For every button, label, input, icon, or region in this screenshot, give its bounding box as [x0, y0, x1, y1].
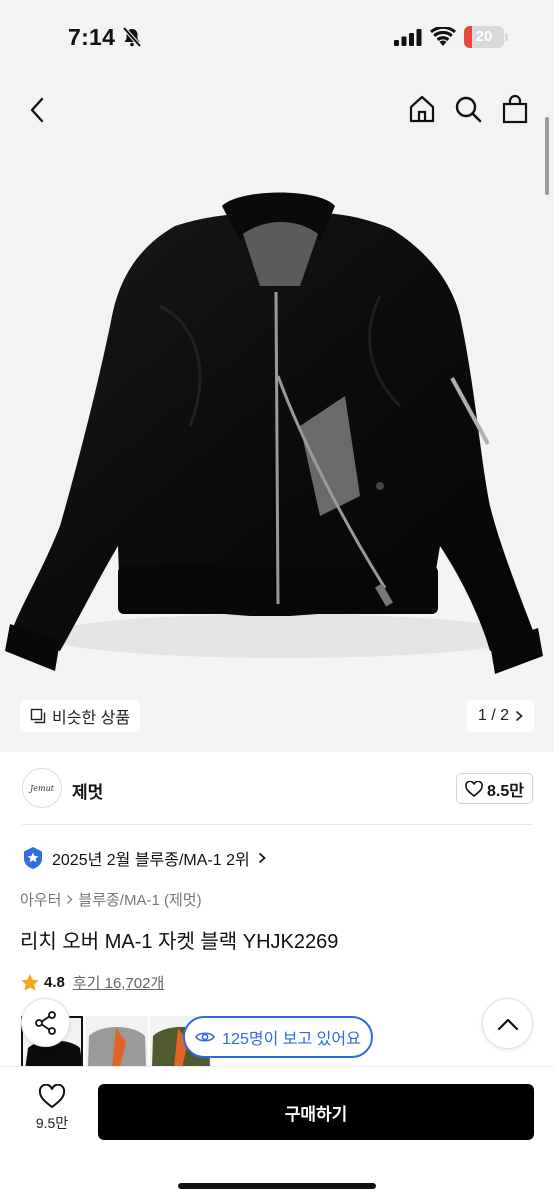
- heart-icon: [38, 1084, 66, 1109]
- share-icon: [34, 1010, 56, 1035]
- status-time: 7:14: [68, 24, 116, 50]
- divider: [22, 824, 532, 825]
- breadcrumb: 아우터 블루종/MA-1 (제멋): [20, 889, 202, 910]
- chevron-right-icon: [258, 852, 266, 864]
- copy-icon: [30, 708, 46, 724]
- chevron-right-icon: [67, 895, 73, 904]
- chevron-up-icon: [497, 1018, 518, 1030]
- eye-icon: [195, 1032, 216, 1042]
- image-page-indicator[interactable]: 1 / 2: [467, 700, 534, 732]
- star-icon: [21, 974, 39, 991]
- brand-like-button[interactable]: 8.5만: [456, 773, 533, 804]
- bell-muted-icon: [121, 26, 143, 52]
- heart-icon: [465, 780, 483, 797]
- product-image: [5, 192, 543, 674]
- brand-like-count: 8.5만: [487, 782, 524, 800]
- home-icon: [409, 95, 435, 123]
- battery-icon: 20: [464, 26, 504, 48]
- back-button[interactable]: [22, 94, 52, 126]
- viewers-count-text: 125명이 보고 있어요: [222, 1031, 361, 1048]
- status-bar: 7:14 20: [0, 0, 554, 76]
- wishlist-button[interactable]: 9.5만: [24, 1084, 80, 1133]
- scrollbar[interactable]: [545, 117, 549, 195]
- page-indicator-text: 1 / 2: [477, 707, 510, 724]
- product-image-gallery[interactable]: [0, 76, 554, 752]
- wifi-icon: [430, 25, 456, 51]
- breadcrumb-category[interactable]: 아우터: [20, 889, 61, 910]
- color-thumbnail-image: [86, 1016, 148, 1068]
- search-button[interactable]: [451, 92, 485, 126]
- ranking-link[interactable]: 2025년 2월 블루종/MA-1 2위: [22, 845, 266, 871]
- home-button[interactable]: [405, 92, 439, 126]
- brand-name[interactable]: 제멋: [72, 778, 103, 803]
- rating-value: 4.8: [44, 974, 65, 991]
- viewers-count-pill: 125명이 보고 있어요: [183, 1016, 373, 1058]
- search-icon: [455, 96, 482, 123]
- review-link[interactable]: 후기 16,702개: [73, 972, 164, 993]
- color-option-gray[interactable]: [86, 1016, 148, 1068]
- chevron-right-icon: [516, 710, 523, 722]
- similar-products-button[interactable]: 비슷한 상품: [20, 700, 141, 732]
- buy-button[interactable]: 구매하기: [98, 1084, 534, 1140]
- shopping-bag-icon: [502, 94, 528, 124]
- breadcrumb-subcategory[interactable]: 블루종/MA-1 (제멋): [78, 889, 201, 910]
- scroll-to-top-button[interactable]: [482, 998, 533, 1049]
- cellular-signal-icon: [394, 29, 422, 51]
- brand-logo-text: Jemut: [30, 783, 54, 793]
- product-title: 리치 오버 MA-1 자켓 블랙 YHJK2269: [20, 931, 339, 953]
- share-button[interactable]: [21, 998, 70, 1047]
- battery-nub: [505, 33, 508, 41]
- cart-button[interactable]: [498, 92, 532, 126]
- similar-products-label: 비슷한 상품: [52, 710, 131, 727]
- home-indicator[interactable]: [178, 1183, 376, 1189]
- brand-logo[interactable]: Jemut: [22, 768, 62, 808]
- rating-row: 4.8 후기 16,702개: [20, 972, 164, 993]
- chevron-left-icon: [30, 97, 44, 123]
- battery-level: 20: [475, 28, 493, 45]
- ranking-badge-icon: [24, 847, 42, 869]
- wishlist-count: 9.5만: [35, 1115, 69, 1131]
- ranking-text: 2025년 2월 블루종/MA-1 2위: [52, 852, 250, 869]
